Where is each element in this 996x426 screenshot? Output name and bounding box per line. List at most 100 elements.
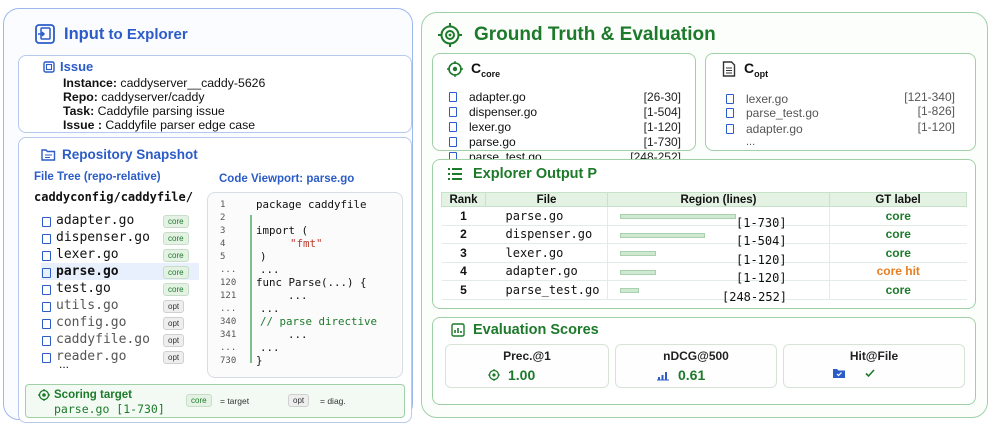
code-line-number: 340	[220, 317, 237, 327]
legend-core-tag: core	[186, 394, 212, 407]
file-tree-item[interactable]: reader.go opt	[41, 348, 199, 365]
file-tag-core: core	[163, 249, 189, 262]
score-label-ndcg: nDCG@500	[663, 349, 729, 363]
score-card-prec1: Prec.@1 1.00	[445, 344, 609, 388]
c-core-item-file: lexer.go	[469, 120, 512, 134]
code-viewport-label: Code Viewport: parse.go	[219, 173, 355, 185]
file-tree-item[interactable]: dispenser.go core	[41, 229, 199, 246]
file-icon	[41, 284, 51, 295]
file-tag-opt: opt	[163, 300, 185, 313]
file-cell: dispenser.go	[485, 225, 608, 244]
col-gt-label: GT label	[829, 192, 967, 207]
file-tag-opt: opt	[163, 317, 185, 330]
document-icon	[722, 61, 736, 78]
code-line-number: ...	[220, 304, 237, 314]
file-icon	[41, 318, 51, 329]
file-icon	[41, 335, 51, 346]
file-tag-core: core	[163, 266, 189, 279]
issue-title: Issue	[43, 59, 93, 74]
table-row: 2 dispenser.go [1-504] core	[441, 225, 967, 248]
file-tree-item[interactable]: lexer.go core	[41, 246, 199, 263]
score-value-hit-file	[832, 367, 876, 379]
file-cell: parse_test.go	[485, 280, 608, 300]
scoring-target-value: parse.go [1-730]	[54, 402, 165, 416]
file-tree-item[interactable]: config.go opt	[41, 314, 199, 331]
code-line-number: 121	[220, 291, 237, 301]
checkmark-icon	[865, 369, 875, 378]
ground-truth-panel: Ground Truth & Evaluation Ccore adapter.…	[421, 12, 988, 418]
explorer-output-box: Explorer Output P Rank File Region (line…	[432, 159, 976, 309]
target-icon	[38, 389, 50, 401]
legend-opt-text: = diag.	[320, 396, 346, 406]
c-opt-item: adapter.go	[726, 122, 803, 136]
file-icon	[41, 352, 51, 363]
file-tree-item-name: config.go	[56, 315, 127, 330]
file-tree-item[interactable]: caddyfile.go opt	[41, 331, 199, 348]
code-line-number: ...	[220, 343, 237, 353]
file-tree-item[interactable]: test.go core	[41, 280, 199, 297]
region-cell: [248-252]	[607, 280, 830, 304]
file-tree-item-name: parse.go	[56, 264, 119, 279]
issue-repo: Repo: caddyserver/caddy	[63, 90, 205, 104]
file-tree-item[interactable]: parse.go core	[41, 263, 199, 280]
c-opt-item: parse_test.go	[726, 106, 819, 120]
file-tree-item[interactable]: adapter.go core	[41, 212, 199, 229]
gt-label-cell: core	[829, 206, 967, 226]
code-line-text: ...	[260, 302, 280, 315]
c-core-item: adapter.go	[449, 90, 526, 104]
code-line-number: 1	[220, 200, 226, 210]
region-bar	[620, 214, 736, 219]
file-tree-item[interactable]: utils.go opt	[41, 297, 199, 314]
rank-cell: 1	[441, 206, 486, 226]
table-row: 5 parse_test.go [248-252] core	[441, 280, 967, 304]
file-icon	[41, 267, 51, 278]
file-icon	[449, 137, 457, 147]
code-line-text: )	[260, 250, 267, 263]
scores-chart-icon	[451, 323, 465, 337]
folder-icon	[41, 149, 56, 161]
score-label-prec1: Prec.@1	[503, 349, 551, 363]
code-line-text: ...	[260, 341, 280, 354]
score-card-ndcg: nDCG@500 0.61	[615, 344, 777, 388]
repository-snapshot-title: Repository Snapshot	[41, 147, 198, 162]
c-core-item: parse.go	[449, 135, 516, 149]
scoring-target-title: Scoring target	[38, 389, 132, 401]
region-bar	[620, 288, 639, 293]
col-rank: Rank	[441, 192, 486, 207]
c-core-item-range: [26-30]	[643, 90, 681, 104]
c-core-item-file: adapter.go	[469, 90, 526, 104]
col-file: File	[485, 192, 608, 207]
region-cell: [1-120]	[607, 243, 830, 267]
file-tree-item-name: lexer.go	[56, 247, 119, 262]
c-opt-box: Copt ... lexer.go [121-340] parse_test.go […	[705, 53, 976, 151]
c-opt-item-range: [121-340]	[904, 90, 955, 104]
rank-cell: 5	[441, 280, 486, 300]
file-icon	[449, 122, 457, 132]
region-cell: [1-504]	[607, 225, 830, 248]
c-core-item-file: dispenser.go	[469, 105, 538, 119]
code-viewport[interactable]: 1 package caddyfile 2 3 import (4 "fmt" 5)....…	[207, 192, 403, 378]
code-line-number: 120	[220, 278, 237, 288]
region-value: [248-252]	[722, 289, 788, 304]
issue-instance: Instance: caddyserver__caddy-5626	[63, 76, 266, 90]
input-title-main: Input	[64, 24, 105, 43]
c-core-box: Ccore adapter.go [26-30] dispenser.go [1-50…	[432, 53, 696, 164]
code-line-number: 2	[220, 213, 226, 223]
file-tag-opt: opt	[163, 334, 185, 347]
input-title-rest: to Explorer	[104, 25, 188, 43]
bar-chart-icon	[657, 372, 669, 381]
file-icon	[726, 124, 734, 134]
c-opt-item: lexer.go	[726, 92, 788, 106]
rank-cell: 2	[441, 225, 486, 244]
crosshair-target-icon	[438, 23, 462, 47]
file-icon	[726, 94, 734, 104]
code-region-marker	[250, 215, 252, 363]
file-tag-opt: opt	[163, 351, 185, 364]
document-input-icon	[35, 24, 55, 44]
score-card-hit-file: Hit@File	[783, 344, 965, 388]
code-line-text: "fmt"	[290, 237, 323, 250]
c-opt-item-file: parse_test.go	[746, 106, 819, 120]
table-row: 1 parse.go [1-730] core	[441, 206, 967, 230]
code-line-number: ...	[220, 265, 237, 275]
file-tree-label: File Tree (repo-relative)	[34, 171, 161, 183]
